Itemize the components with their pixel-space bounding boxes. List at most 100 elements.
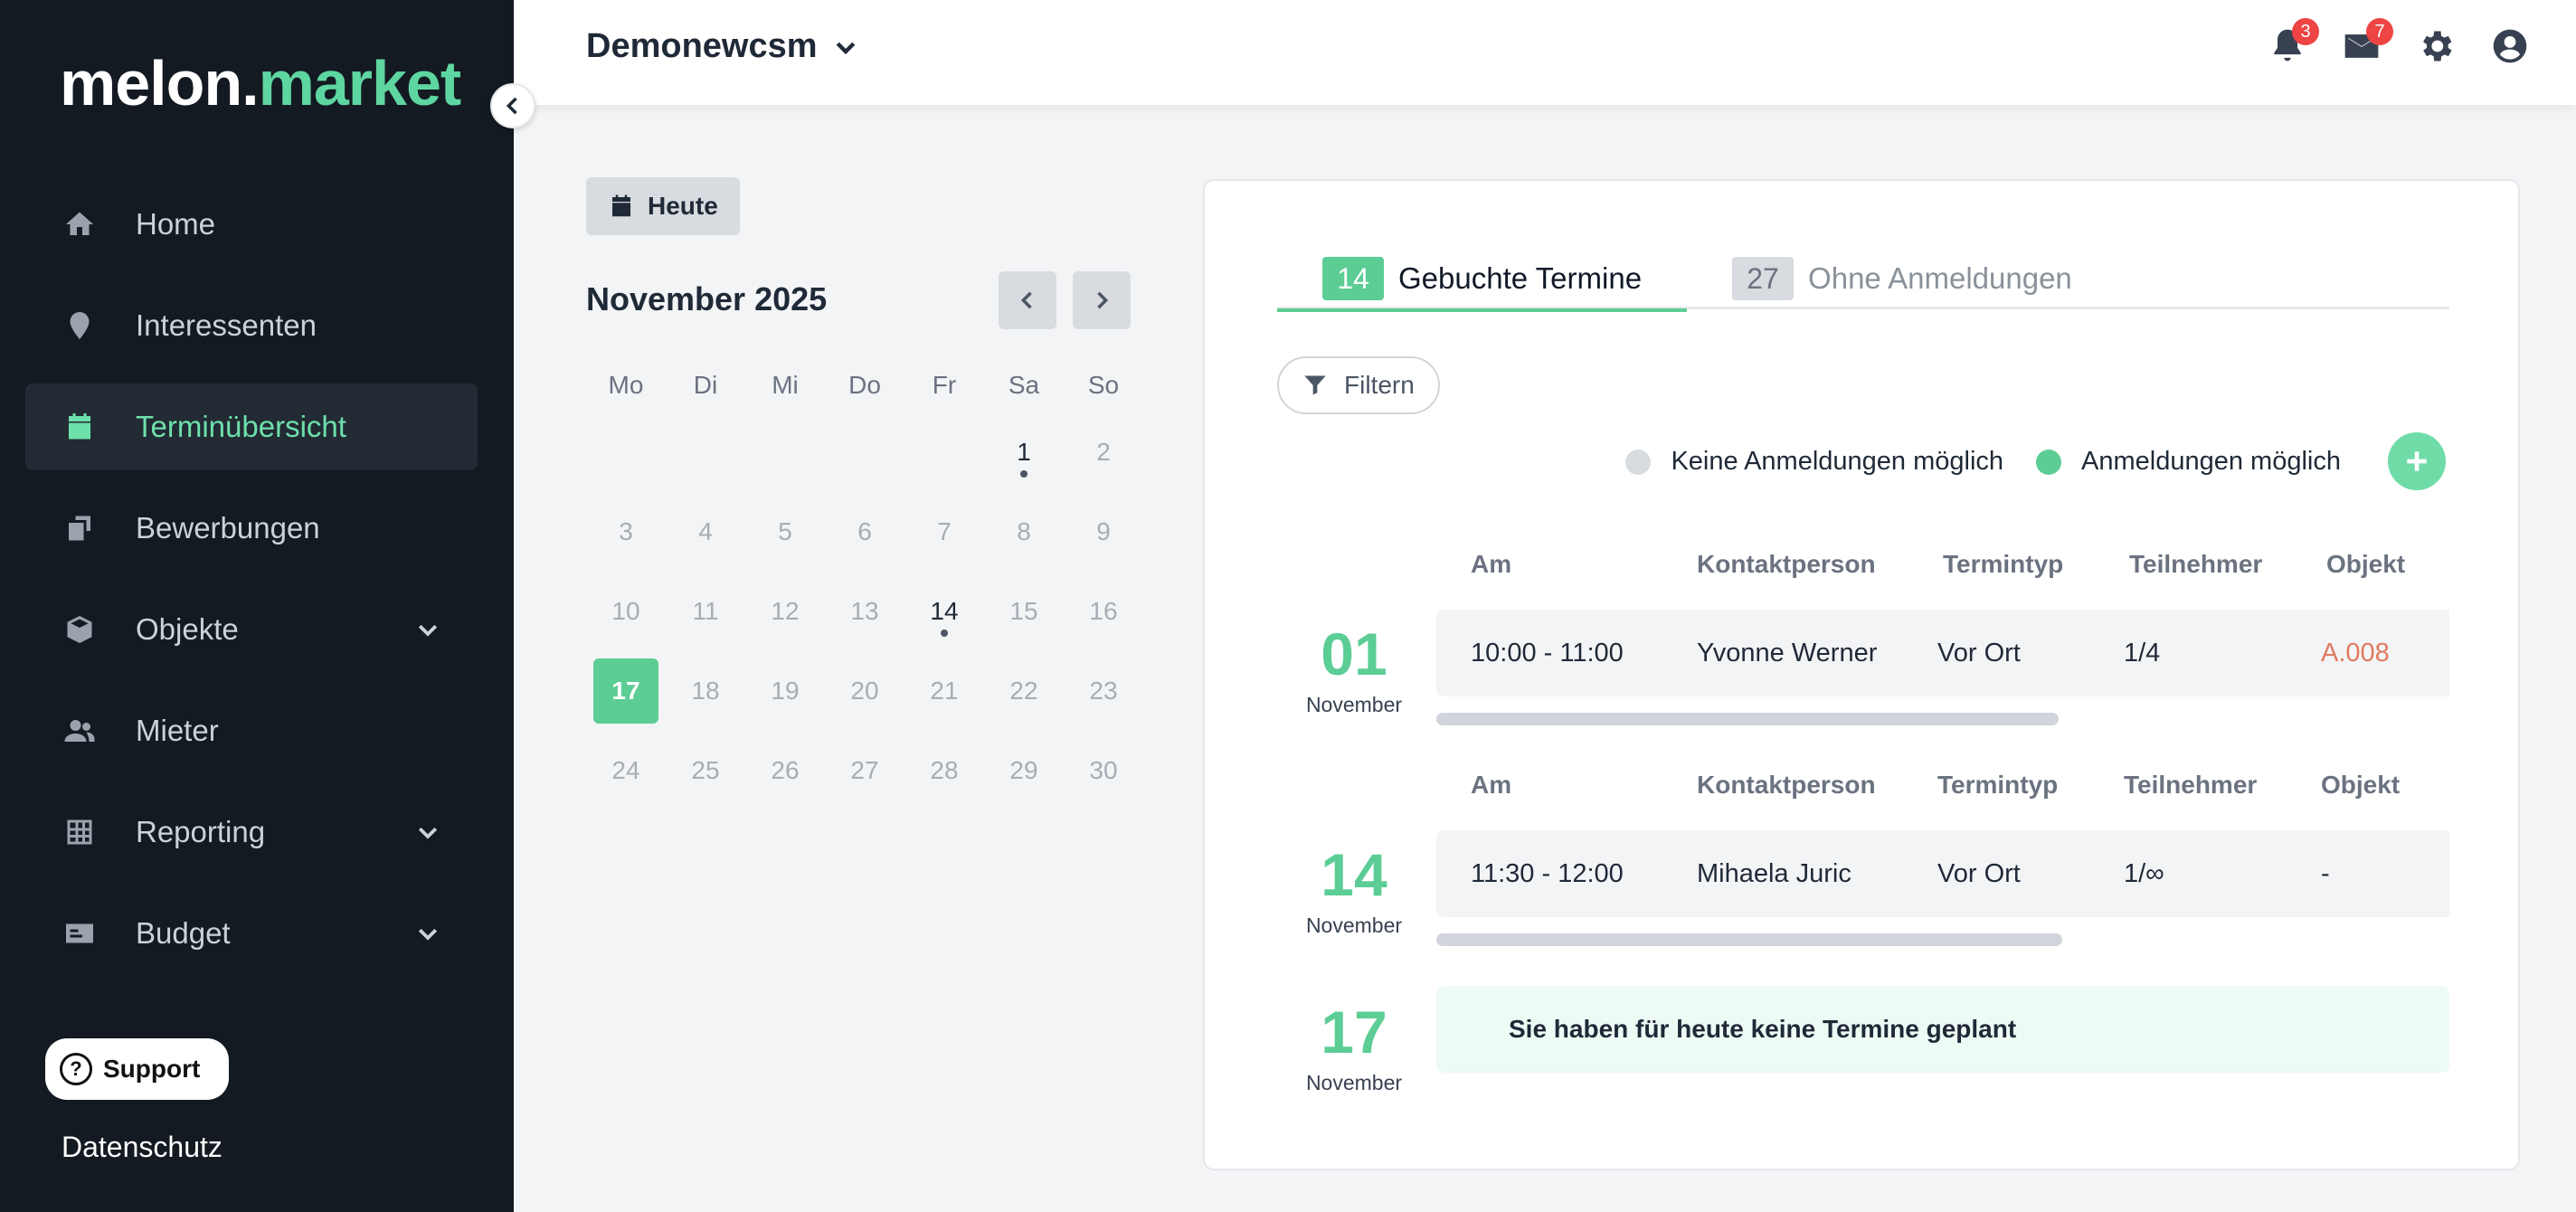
row-participants: 1/4 [2124, 638, 2161, 668]
day-label: 17 November [1277, 1002, 1431, 1095]
sidebar-item-bewerbungen[interactable]: Bewerbungen [25, 485, 478, 572]
calendar-day-today[interactable]: 17 [586, 651, 666, 731]
calendar-day[interactable]: 16 [1064, 572, 1143, 651]
sidebar-item-home[interactable]: Home [25, 181, 478, 268]
calendar-day-number: 7 [937, 517, 952, 545]
day-month: November [1305, 914, 1403, 937]
organization-name: Demonewcsm [586, 27, 818, 65]
table-icon [62, 814, 98, 850]
calendar-day[interactable]: 12 [745, 572, 825, 651]
horizontal-scrollbar[interactable] [1436, 933, 2062, 946]
sidebar-item-budget[interactable]: Budget [25, 890, 478, 977]
event-dot [1020, 470, 1028, 478]
calendar-day[interactable]: 25 [666, 731, 745, 810]
calendar-day[interactable]: 26 [745, 731, 825, 810]
calendar-day-number: 20 [850, 677, 879, 705]
day-number: 01 [1321, 620, 1387, 687]
row-contact: Mihaela Juric [1697, 858, 1852, 888]
filter-button[interactable]: Filtern [1277, 356, 1440, 414]
chevron-down-icon [414, 616, 441, 643]
calendar-day[interactable]: 3 [586, 492, 666, 572]
calendar-day-number: 27 [850, 756, 879, 784]
sidebar-item-reporting[interactable]: Reporting [25, 789, 478, 876]
calendar-day[interactable]: 20 [825, 651, 904, 731]
next-month-button[interactable] [1073, 271, 1131, 329]
sidebar-item-objekte[interactable]: Objekte [25, 586, 478, 673]
chevron-right-icon [1097, 291, 1109, 309]
privacy-link[interactable]: Datenschutz [62, 1131, 223, 1164]
table-row[interactable]: 10:00 - 11:00 Yvonne Werner Vor Ort 1/4 … [1436, 610, 2449, 696]
calendar-day-number: 10 [611, 597, 640, 625]
table-header: Am Kontaktperson Termintyp Teilnehmer Ob… [1471, 771, 2457, 800]
calendar-blank [586, 412, 666, 492]
table-row[interactable]: 11:30 - 12:00 Mihaela Juric Vor Ort 1/∞ … [1436, 830, 2449, 917]
calendar-day[interactable]: 15 [984, 572, 1064, 651]
calendar-day-number: 15 [1009, 597, 1038, 625]
brand-logo[interactable]: melon.market [60, 47, 461, 119]
chevron-down-icon [836, 42, 855, 54]
sidebar-item-mieter[interactable]: Mieter [25, 687, 478, 774]
column-header-am: Am [1471, 550, 1512, 578]
calendar-day-number: 18 [691, 677, 720, 705]
calendar-day[interactable]: 23 [1064, 651, 1143, 731]
tab-gebuchte-termine[interactable]: 14 Gebuchte Termine [1277, 248, 1688, 312]
calendar-day[interactable]: 1 [984, 412, 1064, 492]
calendar-day[interactable]: 18 [666, 651, 745, 731]
tab-ohne-anmeldungen[interactable]: 27 Ohne Anmeldungen [1687, 248, 2117, 309]
calendar-day[interactable]: 29 [984, 731, 1064, 810]
today-button[interactable]: Heute [586, 177, 740, 235]
users-icon [62, 713, 98, 749]
calendar-day[interactable]: 13 [825, 572, 904, 651]
support-button[interactable]: ? Support [45, 1038, 230, 1100]
sidebar-item-terminuebersicht[interactable]: Terminübersicht [25, 383, 478, 470]
sidebar-collapse-button[interactable] [490, 83, 535, 128]
previous-month-button[interactable] [999, 271, 1056, 329]
horizontal-scrollbar[interactable] [1436, 713, 2059, 725]
calendar-day-number: 2 [1096, 438, 1111, 466]
row-contact: Yvonne Werner [1697, 638, 1878, 668]
support-label: Support [103, 1055, 201, 1083]
account-button[interactable] [2487, 24, 2533, 69]
filter-label: Filtern [1344, 371, 1415, 399]
calendar-day[interactable]: 4 [666, 492, 745, 572]
calendar-day-number: 11 [692, 597, 719, 625]
home-icon [62, 206, 98, 242]
gear-icon [2423, 31, 2452, 62]
calendar-day[interactable]: 24 [586, 731, 666, 810]
calendar-day[interactable]: 8 [984, 492, 1064, 572]
legend-dot-gray [1625, 449, 1652, 475]
calendar-day[interactable]: 6 [825, 492, 904, 572]
calendar-day[interactable]: 10 [586, 572, 666, 651]
money-card-icon [62, 915, 98, 952]
calendar-icon [612, 194, 630, 217]
calendar-day[interactable]: 5 [745, 492, 825, 572]
calendar-icon [62, 409, 98, 445]
calendar-day[interactable]: 22 [984, 651, 1064, 731]
calendar-day-number: 22 [1009, 677, 1038, 705]
add-appointment-button[interactable] [2388, 432, 2446, 490]
calendar-navigation [999, 271, 1147, 329]
calendar-day[interactable]: 27 [825, 731, 904, 810]
column-header-teilnehmer: Teilnehmer [2124, 771, 2258, 799]
calendar-day[interactable]: 21 [904, 651, 984, 731]
calendar-blank [666, 412, 745, 492]
row-time: 11:30 - 12:00 [1471, 858, 1624, 888]
row-type: Vor Ort [1937, 858, 2021, 888]
notifications-button[interactable]: 3 [2265, 18, 2319, 69]
messages-button[interactable]: 7 [2339, 18, 2393, 69]
sidebar-item-interessenten[interactable]: Interessenten [25, 282, 478, 369]
sidebar-nav: Home Interessenten Terminübersicht Bewer… [25, 181, 478, 991]
calendar-day[interactable]: 9 [1064, 492, 1143, 572]
row-object-link[interactable]: A.008 [2321, 639, 2390, 668]
calendar-day-number: 29 [1009, 756, 1038, 784]
calendar-day[interactable]: 30 [1064, 731, 1143, 810]
calendar-day[interactable]: 28 [904, 731, 984, 810]
settings-button[interactable] [2413, 24, 2458, 69]
calendar-day[interactable]: 19 [745, 651, 825, 731]
calendar-day[interactable]: 14 [904, 572, 984, 651]
calendar-day[interactable]: 2 [1064, 412, 1143, 492]
calendar-blank [904, 412, 984, 492]
organization-switcher[interactable]: Demonewcsm [586, 27, 859, 66]
calendar-day[interactable]: 7 [904, 492, 984, 572]
calendar-day[interactable]: 11 [666, 572, 745, 651]
